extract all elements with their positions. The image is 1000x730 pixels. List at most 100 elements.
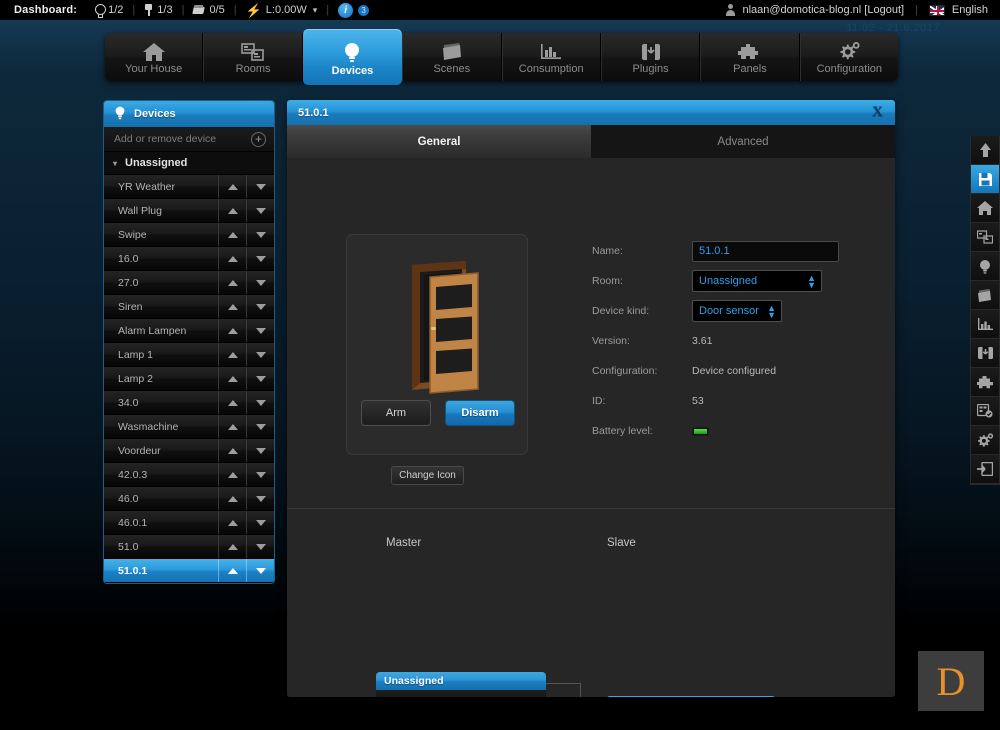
device-up-button[interactable] [218,463,246,486]
device-kind-select[interactable]: Door sensor ▲▼ [692,300,782,322]
device-list-item[interactable]: 42.0.3 [104,463,274,487]
name-input[interactable]: 51.0.1 [692,241,839,262]
scenes-icon[interactable] [971,281,999,310]
device-list-item[interactable]: Wasmachine [104,415,274,439]
right-toolbar [970,136,1000,485]
tab-advanced[interactable]: Advanced [591,125,895,158]
device-down-button[interactable] [246,223,274,246]
nav-item-consumption[interactable]: Consumption [502,33,601,81]
device-list-item[interactable]: Alarm Lampen [104,319,274,343]
device-list-item[interactable]: 51.0.1 [104,559,274,583]
tab-general[interactable]: General [287,125,591,158]
save-icon[interactable] [971,165,999,194]
device-list-item[interactable]: Swipe [104,223,274,247]
device-list-item[interactable]: 51.0 [104,535,274,559]
bulb-icon[interactable] [971,252,999,281]
device-up-button[interactable] [218,367,246,390]
device-up-button[interactable] [218,535,246,558]
device-up-button[interactable] [218,247,246,270]
device-list-item[interactable]: YR Weather [104,175,274,199]
device-up-button[interactable] [218,271,246,294]
close-icon[interactable]: X [872,104,883,121]
device-list-item[interactable]: Lamp 1 [104,343,274,367]
stat-plugs[interactable]: 1/3 [144,4,172,16]
device-kind-label: Device kind: [592,305,692,317]
device-down-button[interactable] [246,511,274,534]
stat-power[interactable]: ⚡ L:0.00W ▾ [246,4,318,17]
device-list-item-label: 46.0 [104,493,218,505]
device-down-button[interactable] [246,463,274,486]
up-arrow-icon[interactable] [971,136,999,165]
device-list-item[interactable]: 27.0 [104,271,274,295]
device-list-item[interactable]: Voordeur [104,439,274,463]
slave-node[interactable]: Unassigned 51.0 [606,696,776,697]
arm-button[interactable]: Arm [361,400,431,426]
triangle-up-icon [228,448,238,454]
change-icon-button[interactable]: Change Icon [391,466,464,485]
device-up-button[interactable] [218,511,246,534]
device-list-item[interactable]: Lamp 2 [104,367,274,391]
house-icon[interactable] [971,194,999,223]
device-list-item[interactable]: 34.0 [104,391,274,415]
logout-icon[interactable] [971,455,999,484]
nav-item-scenes[interactable]: Scenes [402,33,501,81]
device-up-button[interactable] [218,343,246,366]
chevron-down-icon[interactable]: ▾ [313,5,318,16]
nav-item-devices[interactable]: Devices [303,29,402,85]
notification-badge[interactable]: 3 [358,5,369,16]
info-icon[interactable]: i [338,3,353,18]
device-down-button[interactable] [246,367,274,390]
device-up-button[interactable] [218,199,246,222]
device-down-button[interactable] [246,319,274,342]
add-remove-device-button[interactable]: Add or remove device + [104,127,274,152]
device-down-button[interactable] [246,271,274,294]
nav-item-plugins[interactable]: Plugins [601,33,700,81]
panels-check-icon[interactable] [971,397,999,426]
device-down-button[interactable] [246,391,274,414]
rooms-icon[interactable] [971,223,999,252]
device-down-button[interactable] [246,487,274,510]
device-up-button[interactable] [218,391,246,414]
device-down-button[interactable] [246,343,274,366]
nav-item-your-house[interactable]: Your House [105,33,203,81]
nav-item-rooms[interactable]: Rooms [203,33,302,81]
device-down-button[interactable] [246,175,274,198]
device-down-button[interactable] [246,535,274,558]
device-list-item[interactable]: 46.0 [104,487,274,511]
device-list-item[interactable]: Wall Plug [104,199,274,223]
stat-scenes[interactable]: 0/5 [193,4,224,16]
nav-item-panels[interactable]: Panels [700,33,799,81]
device-down-button[interactable] [246,247,274,270]
device-down-button[interactable] [246,295,274,318]
device-down-button[interactable] [246,199,274,222]
device-up-button[interactable] [218,175,246,198]
device-down-button[interactable] [246,439,274,462]
device-list-item[interactable]: 46.0.1 [104,511,274,535]
device-list-item[interactable]: Siren [104,295,274,319]
device-up-button[interactable] [218,319,246,342]
plugins-icon[interactable] [971,339,999,368]
sidebar-group-unassigned[interactable]: ▾ Unassigned [104,152,274,175]
disarm-button[interactable]: Disarm [445,400,515,426]
device-down-button[interactable] [246,559,274,582]
stat-lights[interactable]: 1/2 [95,4,123,16]
device-up-button[interactable] [218,487,246,510]
device-up-button[interactable] [218,415,246,438]
gear-icon[interactable] [971,426,999,455]
language-selector[interactable]: English [952,4,988,16]
device-up-button[interactable] [218,559,246,582]
plus-icon[interactable]: + [251,132,266,147]
chart-icon[interactable] [971,310,999,339]
master-node[interactable]: Unassigned 51 [376,672,546,697]
nav-item-configuration[interactable]: Configuration [800,33,898,81]
device-up-button[interactable] [218,223,246,246]
panels-icon[interactable] [971,368,999,397]
device-list-item[interactable]: 16.0 [104,247,274,271]
room-select[interactable]: Unassigned ▲▼ [692,270,822,292]
master-node-room: Unassigned [376,672,546,690]
device-down-button[interactable] [246,415,274,438]
user-account[interactable]: nlaan@domotica-blog.nl [Logout] [742,4,904,16]
device-up-button[interactable] [218,439,246,462]
triangle-down-icon [256,496,266,502]
device-up-button[interactable] [218,295,246,318]
